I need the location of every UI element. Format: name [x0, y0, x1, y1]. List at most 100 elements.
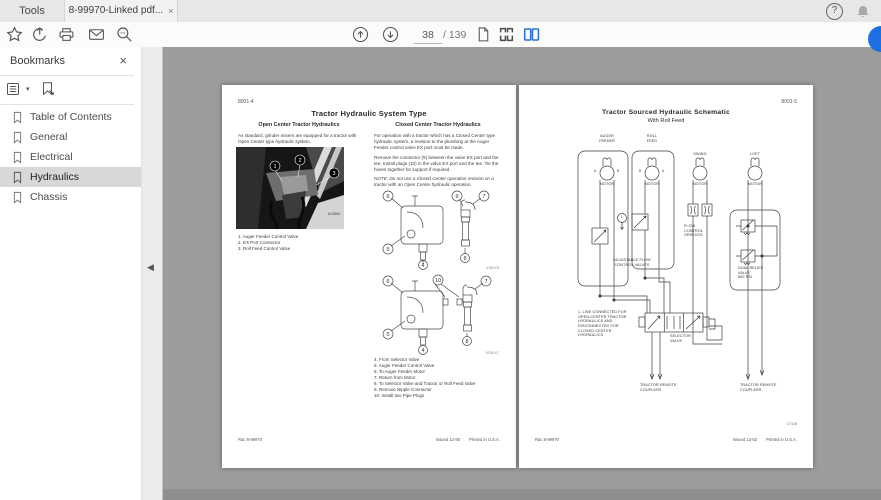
bookmarks-panel: Bookmarks × ▾ Table of Contents General … [0, 47, 142, 500]
close-bookmarks-icon[interactable]: × [119, 53, 127, 68]
app-window: { "tab_bar": { "tools_label": "Tools", "… [0, 0, 881, 500]
bookmark-icon [12, 111, 23, 124]
sidebar-item-table-of-contents[interactable]: Table of Contents [0, 107, 141, 127]
pdf-page-left: 8001-4 Tractor Hydraulic System Type Ope… [222, 85, 516, 468]
continuous-scroll-icon[interactable] [498, 26, 515, 43]
main-toolbar: / 139 [0, 22, 881, 48]
bookmark-icon [12, 171, 23, 184]
share-icon[interactable] [31, 26, 48, 43]
page-title: Tractor Sourced Hydraulic Schematic [519, 109, 813, 116]
port-letter: B [617, 169, 619, 173]
sidebar-item-electrical[interactable]: Electrical [0, 147, 141, 167]
options-caret-icon[interactable]: ▾ [26, 85, 30, 93]
page-number: 8001-4 [238, 99, 254, 105]
favorite-star-icon[interactable] [6, 26, 23, 43]
diagram-callout: 5 [386, 247, 389, 253]
note-paragraph: NOTE: Do not use a Closed Center operati… [374, 176, 502, 188]
photo-callout: 3 [332, 171, 335, 177]
footer-issued: Issued 12-80 [436, 437, 460, 442]
diagram-callout: 4 [421, 348, 424, 354]
diagram-code: 67BUYC [486, 351, 500, 355]
search-zoom-icon[interactable] [116, 26, 133, 43]
bookmark-icon [12, 151, 23, 164]
bookmark-label: General [30, 131, 67, 143]
divider [0, 75, 134, 76]
bookmark-options-icon[interactable] [6, 81, 22, 97]
sidebar-item-hydraulics[interactable]: Hydraulics [0, 167, 141, 187]
email-icon[interactable] [88, 26, 105, 43]
photo-caption-list: 1. Auger Feeder Control Valve 2. EX Port… [238, 234, 363, 252]
tab-tools[interactable]: Tools [0, 0, 64, 22]
tab-document[interactable]: 8-99970-Linked pdf... × [64, 0, 178, 22]
diagram-callout: 7 [482, 194, 485, 200]
diagram-callout: 6 [386, 194, 389, 200]
footer-doc-code: Rac 8-99970 [535, 437, 559, 442]
label-tractor-remote-couplers-left: TRACTOR REMOTE COUPLERS [640, 383, 677, 392]
body-paragraph: For operation with a tractor which has a… [374, 133, 502, 151]
column-heading: Open Center Tractor Hydraulics [236, 122, 362, 128]
bookmark-icon [12, 131, 23, 144]
diagram-callout: 4 [421, 263, 424, 269]
motor-label: MOTOR [693, 182, 707, 187]
print-icon[interactable] [58, 26, 75, 43]
port-letter: A [594, 169, 596, 173]
find-bookmark-icon[interactable] [40, 81, 56, 97]
label-adjustable-flow-control-valves: ADJUSTABLE FLOW CONTROL VALVES [613, 258, 650, 267]
circuit-label-swing: SWING [693, 152, 706, 157]
photo-callout: 1 [273, 164, 276, 170]
page-title: Tractor Hydraulic System Type [222, 109, 516, 118]
photo-callout: 2 [298, 158, 301, 164]
close-tab-icon[interactable]: × [168, 0, 173, 22]
open-center-note: 1. LINE CONNECTED FOR OPEN-CENTER TRACTO… [578, 310, 627, 338]
bookmark-label: Table of Contents [30, 111, 112, 123]
bookmark-label: Electrical [30, 151, 73, 163]
column-heading: Closed Center Tractor Hydraulics [372, 122, 504, 128]
caption-line: 3. Roll Feed Control Valve [238, 246, 363, 252]
page-footer: Rac 8-99970 Issued 12-80 Printed in U.S.… [238, 437, 500, 442]
previous-page-icon[interactable] [352, 26, 369, 43]
page-footer: Rac 8-99970 Issued 12-82 Printed in U.S.… [535, 437, 797, 442]
tab-bar: Tools 8-99970-Linked pdf... × ? [0, 0, 881, 23]
circuit-label-roll-feed: ROLL FEED [647, 134, 657, 143]
body-paragraph: As standard, grinder mixers are equipped… [238, 133, 358, 145]
help-icon[interactable]: ? [826, 3, 843, 20]
photo-code: A13594 [328, 212, 340, 216]
next-page-icon[interactable] [382, 26, 399, 43]
bookmarks-title: Bookmarks [10, 55, 65, 67]
diagram-callout: 9 [455, 194, 458, 200]
page-number-input[interactable] [414, 27, 442, 44]
collapse-sidebar-icon[interactable]: ◀ [147, 262, 154, 273]
bookmark-list: Table of Contents General Electrical Hyd… [0, 107, 141, 207]
document-viewport: 8001-4 Tractor Hydraulic System Type Ope… [163, 47, 881, 500]
single-page-icon[interactable] [475, 26, 492, 43]
body-paragraph: Remove the connector (9) between the val… [374, 155, 502, 173]
pdf-page-right: 8001-5 Tractor Sourced Hydraulic Schemat… [519, 85, 813, 468]
bell-icon[interactable] [855, 4, 871, 20]
diagram-callout: 8 [465, 339, 468, 345]
port-letter: A [662, 169, 664, 173]
sidebar-item-general[interactable]: General [0, 127, 141, 147]
label-selector-valve: SELECTOR VALVE [670, 334, 691, 343]
sidebar-item-chassis[interactable]: Chassis [0, 187, 141, 207]
motor-label: MOTOR [645, 182, 659, 187]
diagram-code: 67BUYB [486, 266, 500, 270]
divider [0, 104, 134, 105]
label-tractor-remote-couplers-right: TRACTOR REMOTE COUPLERS [740, 383, 777, 392]
footer-printed: Printed in U.S.A. [766, 437, 797, 442]
legend-line: 10. Install two Pipe Plugs [374, 393, 506, 399]
label-flow-control-orifices: FLOW CONTROL ORIFICES [684, 224, 703, 238]
sidebar-collapse-strip: ◀ [142, 47, 163, 500]
plumbing-diagram-closed-center: 6 10 7 5 4 8 67BUYC [377, 273, 503, 356]
facing-pages-icon[interactable] [523, 26, 540, 43]
bookmark-icon [12, 191, 23, 204]
circuit-label-auger-feeder: AUGER FEEDER [599, 134, 615, 143]
horizontal-scrollbar[interactable] [163, 489, 881, 500]
footer-doc-code: Rac 8-99970 [238, 437, 262, 442]
page-subtitle: With Roll Feed [519, 118, 813, 124]
machinery-photo: 1 2 3 A13594 [236, 147, 344, 229]
bookmark-label: Hydraulics [30, 171, 79, 183]
legend-list: 4. From Selector Valve 5. Auger Feeder C… [374, 357, 506, 399]
bookmark-label: Chassis [30, 191, 67, 203]
page-count-label: / 139 [443, 29, 466, 41]
schematic-callout-1: 1 [621, 215, 623, 219]
